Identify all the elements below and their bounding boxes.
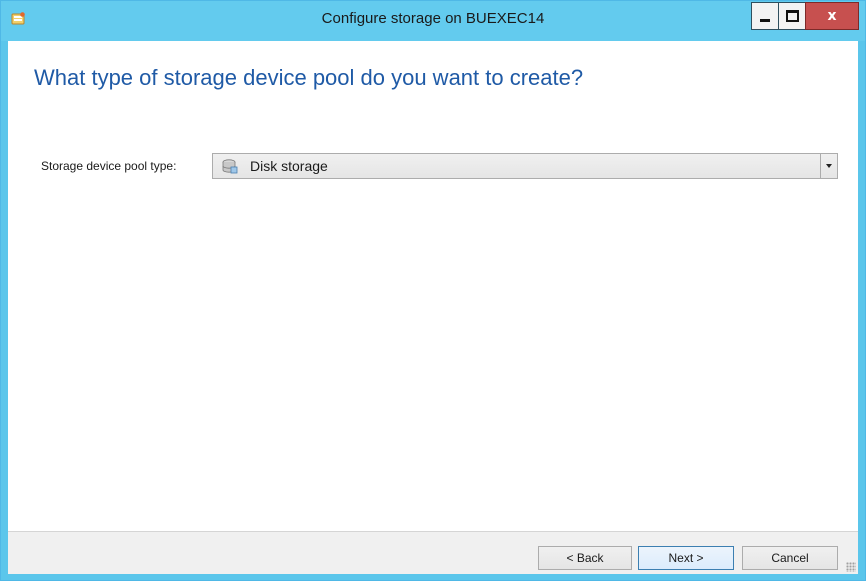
minimize-button[interactable] <box>751 2 779 30</box>
wizard-window: Configure storage on BUEXEC14 x What typ… <box>0 0 866 581</box>
maximize-button[interactable] <box>778 2 806 30</box>
close-icon: x <box>827 8 837 24</box>
next-button[interactable]: Next > <box>638 546 734 570</box>
maximize-icon <box>785 10 799 22</box>
pool-type-label: Storage device pool type: <box>41 159 177 173</box>
chevron-down-icon <box>826 164 832 168</box>
back-button[interactable]: < Back <box>538 546 632 570</box>
pool-type-value: Disk storage <box>250 158 328 174</box>
dropdown-button[interactable] <box>820 154 837 178</box>
wizard-content: What type of storage device pool do you … <box>8 41 858 574</box>
pool-type-dropdown[interactable]: Disk storage <box>212 153 838 179</box>
window-title: Configure storage on BUEXEC14 <box>321 10 545 27</box>
cancel-button[interactable]: Cancel <box>742 546 838 570</box>
page-title: What type of storage device pool do you … <box>34 65 584 90</box>
close-button[interactable]: x <box>805 2 859 30</box>
title-bar[interactable]: Configure storage on BUEXEC14 x <box>1 1 865 41</box>
wizard-footer: < Back Next > Cancel <box>8 531 858 574</box>
resize-grip[interactable] <box>846 562 856 572</box>
disk-storage-icon <box>222 159 238 174</box>
minimize-icon <box>760 18 770 22</box>
